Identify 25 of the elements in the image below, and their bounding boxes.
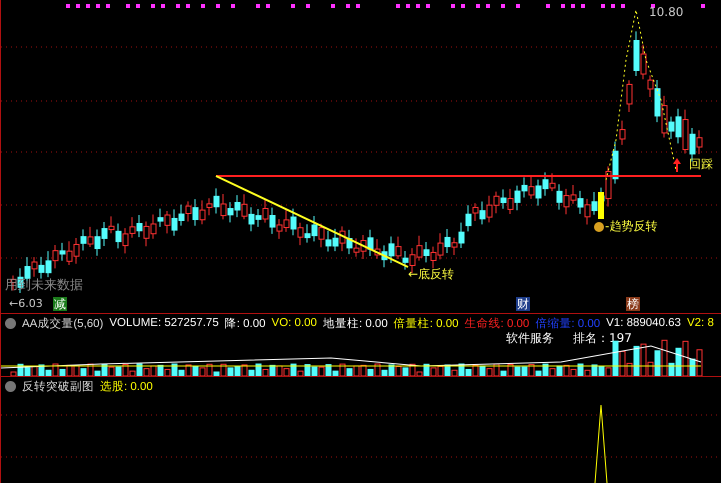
event-marker[interactable]: 财 — [516, 297, 530, 311]
industry-label: 软件服务 — [506, 332, 554, 344]
event-marker[interactable]: 榜 — [626, 297, 640, 311]
indicator-value: 选股: 0.00 — [100, 380, 153, 394]
signal-label: -趋势反转 — [605, 220, 658, 232]
collapse-icon[interactable] — [5, 318, 16, 328]
high-price-label: 10.80 — [649, 6, 684, 18]
indicator-value: 倍缩量: 0.00 — [535, 316, 600, 330]
indicator-value: 地量柱: 0.00 — [322, 316, 388, 330]
volume-breakout-candle — [598, 192, 604, 219]
indicator-value: 倍量柱: 0.00 — [394, 316, 459, 330]
signal-label: 回踩 — [689, 158, 713, 170]
indicator-value: VOLUME: 527257.75 — [109, 317, 219, 329]
indicator-value: V1: 889040.63 — [606, 317, 681, 329]
event-marker[interactable]: 减 — [53, 297, 67, 311]
low-price-label: ←6.03 — [9, 298, 43, 309]
indicator-title: 反转突破副图 — [22, 379, 94, 394]
indicator-value: 生命线: 0.00 — [464, 316, 530, 330]
indicator-title: AA成交量(5,60) — [22, 316, 104, 330]
signal-label: ←底反转 — [408, 268, 454, 280]
collapse-icon[interactable] — [5, 380, 16, 392]
indicator-value: V2: 8 — [686, 317, 714, 329]
up-arrow-icon — [673, 158, 681, 172]
indicator-value: 降: 0.00 — [224, 316, 266, 330]
indicator-value: VO: 0.00 — [272, 317, 317, 329]
